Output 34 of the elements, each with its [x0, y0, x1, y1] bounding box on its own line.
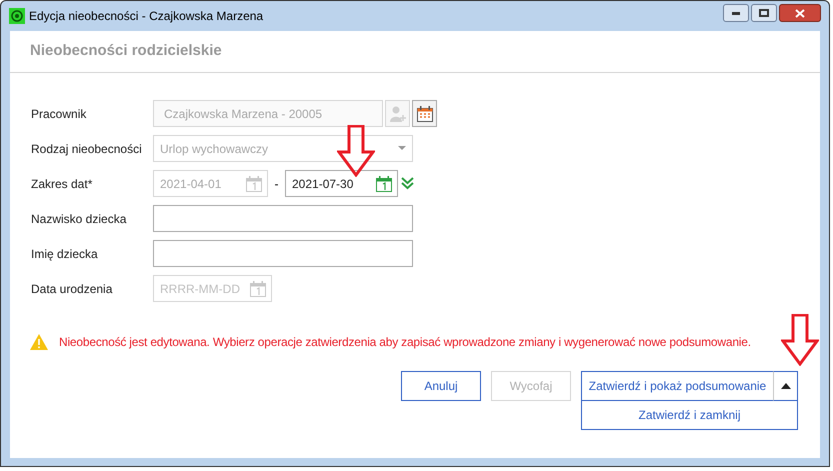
- text-field[interactable]: [153, 205, 413, 232]
- menu-item[interactable]: Zatwierdź i zamknij: [581, 401, 798, 430]
- text-field[interactable]: [153, 240, 413, 267]
- calendar-icon: [416, 104, 434, 122]
- dialog-button[interactable]: Anuluj: [401, 371, 481, 401]
- minimize-button[interactable]: [723, 4, 749, 22]
- calendar-icon[interactable]: [375, 174, 393, 192]
- maximize-button[interactable]: [751, 4, 777, 22]
- close-icon: [795, 8, 805, 18]
- date-field[interactable]: 2021-07-30: [285, 170, 398, 197]
- field-label: Nazwisko dziecka: [31, 210, 128, 228]
- add-person-icon: [388, 104, 406, 122]
- warning-message: Nieobecność jest edytowana. Wybierz operacje zatwierdzenia aby zapisać wprowadzone zmiany i wygenerować nowe podsumowanie.: [59, 334, 751, 351]
- split-dropdown-button[interactable]: [773, 371, 798, 401]
- annotation-arrow: [337, 125, 375, 177]
- window-title: Edycja nieobecności - Czajkowska Marzena: [29, 8, 264, 25]
- field-label: Imię dziecka: [31, 246, 99, 262]
- calendar-button[interactable]: [412, 100, 437, 127]
- warning-icon: [29, 333, 49, 351]
- field-label: Zakres dat*: [31, 176, 94, 192]
- app-icon: [9, 8, 25, 24]
- minimize-icon: [732, 12, 740, 14]
- close-button[interactable]: [779, 4, 821, 22]
- dropdown-caret-icon: [398, 146, 406, 151]
- field-label: Data urodzenia: [31, 280, 114, 298]
- confirm-summary-button[interactable]: Zatwierdź i pokaż podsumowanie: [581, 371, 773, 401]
- double-chevron-down-icon[interactable]: [401, 177, 414, 190]
- caret-up-icon: [780, 383, 790, 389]
- field-label: Pracownik: [31, 106, 88, 122]
- annotation-arrow: [781, 314, 819, 366]
- section-title: Nieobecności rodzicielskie: [30, 41, 222, 62]
- maximize-icon: [759, 9, 769, 17]
- range-separator: -: [274, 176, 280, 192]
- field-label: Rodzaj nieobecności: [31, 140, 143, 158]
